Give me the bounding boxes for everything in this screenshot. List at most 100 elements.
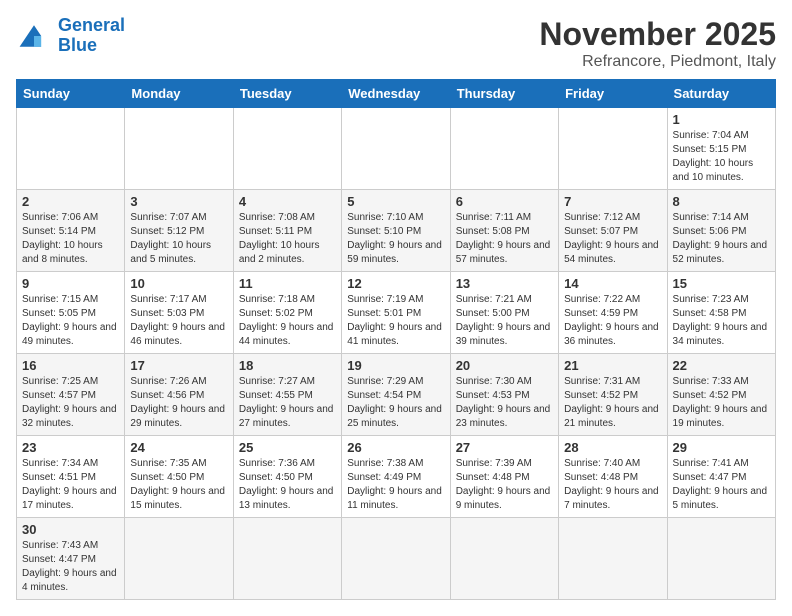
cell-w6-d0: 30 Sunrise: 7:43 AM Sunset: 4:47 PM Dayli… (17, 518, 125, 600)
cell-w3-d3: 12 Sunrise: 7:19 AM Sunset: 5:01 PM Dayli… (342, 272, 450, 354)
col-monday: Monday (125, 80, 233, 108)
title-block: November 2025 Refrancore, Piedmont, Ital… (539, 16, 776, 71)
cell-w2-d0: 2 Sunrise: 7:06 AM Sunset: 5:14 PM Daylig… (17, 190, 125, 272)
week-row-1: 1 Sunrise: 7:04 AM Sunset: 5:15 PM Daylig… (17, 108, 776, 190)
week-row-3: 9Sunrise: 7:15 AM Sunset: 5:05 PM Daylig… (17, 272, 776, 354)
day-number: 7 (564, 194, 661, 209)
calendar-subtitle: Refrancore, Piedmont, Italy (539, 53, 776, 71)
day-number: 12 (347, 276, 444, 291)
day-number: 6 (456, 194, 553, 209)
day-info: Sunrise: 7:25 AM Sunset: 4:57 PM Dayligh… (22, 375, 119, 431)
calendar-title: November 2025 (539, 16, 776, 53)
day-info: Sunrise: 7:22 AM Sunset: 4:59 PM Dayligh… (564, 293, 661, 349)
cell-w4-d4: 20 Sunrise: 7:30 AM Sunset: 4:53 PM Dayli… (450, 354, 558, 436)
col-sunday: Sunday (17, 80, 125, 108)
logo-text: GeneralBlue (58, 16, 125, 56)
cell-w5-d5: 28Sunrise: 7:40 AM Sunset: 4:48 PM Dayli… (559, 436, 667, 518)
day-number: 21 (564, 358, 661, 373)
week-row-4: 16Sunrise: 7:25 AM Sunset: 4:57 PM Dayli… (17, 354, 776, 436)
cell-w1-d1 (125, 108, 233, 190)
day-info: Sunrise: 7:14 AM Sunset: 5:06 PM Dayligh… (673, 211, 770, 267)
logo-blue: Blue (58, 35, 97, 55)
day-info: Sunrise: 7:04 AM Sunset: 5:15 PM Dayligh… (673, 129, 770, 185)
cell-w1-d4 (450, 108, 558, 190)
cell-w2-d3: 5 Sunrise: 7:10 AM Sunset: 5:10 PM Daylig… (342, 190, 450, 272)
general-blue-logo-icon (16, 18, 52, 54)
day-number: 8 (673, 194, 770, 209)
day-info: Sunrise: 7:11 AM Sunset: 5:08 PM Dayligh… (456, 211, 553, 267)
day-info: Sunrise: 7:30 AM Sunset: 4:53 PM Dayligh… (456, 375, 553, 431)
day-number: 15 (673, 276, 770, 291)
day-number: 23 (22, 440, 119, 455)
calendar-table: Sunday Monday Tuesday Wednesday Thursday… (16, 79, 776, 600)
day-info: Sunrise: 7:17 AM Sunset: 5:03 PM Dayligh… (130, 293, 227, 349)
cell-w6-d5 (559, 518, 667, 600)
day-number: 1 (673, 112, 770, 127)
cell-w2-d1: 3Sunrise: 7:07 AM Sunset: 5:12 PM Daylig… (125, 190, 233, 272)
day-info: Sunrise: 7:18 AM Sunset: 5:02 PM Dayligh… (239, 293, 336, 349)
day-number: 18 (239, 358, 336, 373)
cell-w3-d5: 14 Sunrise: 7:22 AM Sunset: 4:59 PM Dayli… (559, 272, 667, 354)
day-number: 20 (456, 358, 553, 373)
day-info: Sunrise: 7:23 AM Sunset: 4:58 PM Dayligh… (673, 293, 770, 349)
cell-w2-d5: 7 Sunrise: 7:12 AM Sunset: 5:07 PM Daylig… (559, 190, 667, 272)
day-number: 25 (239, 440, 336, 455)
cell-w3-d4: 13Sunrise: 7:21 AM Sunset: 5:00 PM Dayli… (450, 272, 558, 354)
day-number: 30 (22, 522, 119, 537)
day-info: Sunrise: 7:35 AM Sunset: 4:50 PM Dayligh… (130, 457, 227, 513)
cell-w1-d0 (17, 108, 125, 190)
cell-w3-d1: 10Sunrise: 7:17 AM Sunset: 5:03 PM Dayli… (125, 272, 233, 354)
col-thursday: Thursday (450, 80, 558, 108)
cell-w1-d5 (559, 108, 667, 190)
col-saturday: Saturday (667, 80, 775, 108)
day-info: Sunrise: 7:33 AM Sunset: 4:52 PM Dayligh… (673, 375, 770, 431)
cell-w5-d6: 29Sunrise: 7:41 AM Sunset: 4:47 PM Dayli… (667, 436, 775, 518)
cell-w5-d2: 25 Sunrise: 7:36 AM Sunset: 4:50 PM Dayli… (233, 436, 341, 518)
day-info: Sunrise: 7:41 AM Sunset: 4:47 PM Dayligh… (673, 457, 770, 513)
day-info: Sunrise: 7:36 AM Sunset: 4:50 PM Dayligh… (239, 457, 336, 513)
logo-general: General (58, 15, 125, 35)
day-info: Sunrise: 7:31 AM Sunset: 4:52 PM Dayligh… (564, 375, 661, 431)
cell-w4-d6: 22Sunrise: 7:33 AM Sunset: 4:52 PM Dayli… (667, 354, 775, 436)
cell-w6-d1 (125, 518, 233, 600)
day-info: Sunrise: 7:19 AM Sunset: 5:01 PM Dayligh… (347, 293, 444, 349)
day-number: 4 (239, 194, 336, 209)
day-info: Sunrise: 7:06 AM Sunset: 5:14 PM Dayligh… (22, 211, 119, 267)
day-number: 26 (347, 440, 444, 455)
day-number: 2 (22, 194, 119, 209)
cell-w1-d3 (342, 108, 450, 190)
day-info: Sunrise: 7:43 AM Sunset: 4:47 PM Dayligh… (22, 539, 119, 595)
cell-w4-d3: 19 Sunrise: 7:29 AM Sunset: 4:54 PM Dayli… (342, 354, 450, 436)
cell-w1-d2 (233, 108, 341, 190)
cell-w5-d4: 27Sunrise: 7:39 AM Sunset: 4:48 PM Dayli… (450, 436, 558, 518)
day-info: Sunrise: 7:15 AM Sunset: 5:05 PM Dayligh… (22, 293, 119, 349)
day-info: Sunrise: 7:34 AM Sunset: 4:51 PM Dayligh… (22, 457, 119, 513)
day-number: 5 (347, 194, 444, 209)
col-tuesday: Tuesday (233, 80, 341, 108)
day-number: 28 (564, 440, 661, 455)
cell-w4-d5: 21 Sunrise: 7:31 AM Sunset: 4:52 PM Dayli… (559, 354, 667, 436)
cell-w6-d2 (233, 518, 341, 600)
day-number: 19 (347, 358, 444, 373)
day-info: Sunrise: 7:12 AM Sunset: 5:07 PM Dayligh… (564, 211, 661, 267)
cell-w3-d0: 9Sunrise: 7:15 AM Sunset: 5:05 PM Daylig… (17, 272, 125, 354)
cell-w5-d3: 26 Sunrise: 7:38 AM Sunset: 4:49 PM Dayli… (342, 436, 450, 518)
day-info: Sunrise: 7:27 AM Sunset: 4:55 PM Dayligh… (239, 375, 336, 431)
cell-w3-d2: 11 Sunrise: 7:18 AM Sunset: 5:02 PM Dayli… (233, 272, 341, 354)
week-row-5: 23 Sunrise: 7:34 AM Sunset: 4:51 PM Dayli… (17, 436, 776, 518)
col-friday: Friday (559, 80, 667, 108)
logo: GeneralBlue (16, 16, 125, 56)
day-number: 3 (130, 194, 227, 209)
day-number: 17 (130, 358, 227, 373)
cell-w4-d0: 16Sunrise: 7:25 AM Sunset: 4:57 PM Dayli… (17, 354, 125, 436)
day-number: 24 (130, 440, 227, 455)
cell-w4-d1: 17Sunrise: 7:26 AM Sunset: 4:56 PM Dayli… (125, 354, 233, 436)
week-row-6: 30 Sunrise: 7:43 AM Sunset: 4:47 PM Dayli… (17, 518, 776, 600)
day-number: 14 (564, 276, 661, 291)
day-number: 11 (239, 276, 336, 291)
day-info: Sunrise: 7:29 AM Sunset: 4:54 PM Dayligh… (347, 375, 444, 431)
day-info: Sunrise: 7:38 AM Sunset: 4:49 PM Dayligh… (347, 457, 444, 513)
cell-w2-d2: 4Sunrise: 7:08 AM Sunset: 5:11 PM Daylig… (233, 190, 341, 272)
cell-w1-d6: 1 Sunrise: 7:04 AM Sunset: 5:15 PM Daylig… (667, 108, 775, 190)
day-info: Sunrise: 7:10 AM Sunset: 5:10 PM Dayligh… (347, 211, 444, 267)
